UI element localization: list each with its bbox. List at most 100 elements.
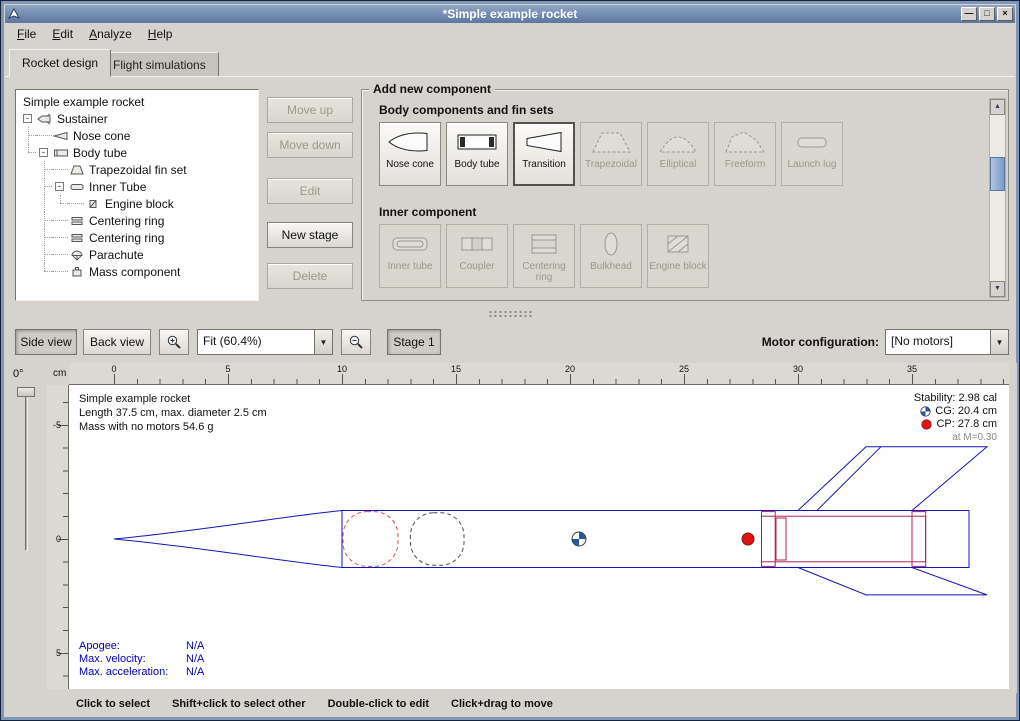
add-launch-lug-button[interactable]: Launch lug (781, 122, 843, 186)
stage-1-toggle[interactable]: Stage 1 (387, 329, 441, 355)
tree-item-sustainer[interactable]: - Sustainer (20, 110, 258, 127)
menu-edit[interactable]: Edit (44, 25, 81, 43)
centering-ring-outline (762, 512, 776, 567)
add-nose-cone-button[interactable]: Nose cone (379, 122, 441, 186)
vertical-ruler: -5 0 5 (47, 385, 69, 689)
add-component-title: Add new component (369, 82, 495, 96)
freeform-fin-icon (721, 127, 769, 157)
centering-ring-icon (68, 231, 86, 244)
scroll-up-icon[interactable]: ▲ (990, 99, 1005, 115)
nose-cone-icon (52, 129, 70, 142)
chevron-down-icon[interactable]: ▼ (991, 329, 1009, 355)
minimize-icon[interactable]: — (961, 7, 977, 21)
design-canvas[interactable]: Simple example rocket Length 37.5 cm, ma… (69, 385, 1009, 689)
engine-block-outline (776, 518, 786, 560)
tree-item-nose-cone[interactable]: Nose cone (20, 127, 258, 144)
nose-cone-icon (386, 127, 434, 157)
add-body-tube-button[interactable]: Body tube (446, 122, 508, 186)
tree-item-engine-block[interactable]: Engine block (20, 195, 258, 212)
new-stage-button[interactable]: New stage (267, 222, 353, 248)
launch-lug-icon (788, 127, 836, 157)
add-bulkhead-button[interactable]: Bulkhead (580, 224, 642, 288)
engine-block-icon (84, 197, 102, 210)
zoom-in-button[interactable] (159, 329, 189, 355)
add-centering-ring-button[interactable]: Centering ring (513, 224, 575, 288)
bulkhead-icon (587, 229, 635, 259)
tree-item-fin-set[interactable]: Trapezoidal fin set (20, 161, 258, 178)
body-component-buttons: Nose cone Body tube Transition Trapezoid… (379, 122, 843, 186)
title-bar[interactable]: *Simple example rocket — □ × (5, 5, 1015, 23)
tree-item-centering-ring[interactable]: Centering ring (20, 229, 258, 246)
menu-file[interactable]: File (9, 25, 44, 43)
scrollbar-thumb[interactable] (990, 157, 1005, 191)
app-window: *Simple example rocket — □ × File Edit A… (0, 0, 1020, 721)
component-scrollbar[interactable]: ▲ ▼ (989, 98, 1006, 298)
tab-divider (5, 76, 1015, 77)
lower-fin-outline (798, 568, 987, 595)
motor-configuration-label: Motor configuration: (753, 335, 879, 349)
body-tube-icon (453, 127, 501, 157)
maximize-icon[interactable]: □ (979, 7, 995, 21)
zoom-in-icon (166, 334, 182, 350)
zoom-out-icon (348, 334, 364, 350)
tab-rocket-design[interactable]: Rocket design (9, 49, 111, 77)
ruler-unit: cm (53, 368, 66, 379)
inner-tube-icon (68, 180, 86, 193)
cp-marker (742, 533, 754, 545)
tree-item-rocket[interactable]: Simple example rocket (20, 93, 258, 110)
fin-projection-line (817, 447, 881, 511)
tab-flight-simulations[interactable]: Flight simulations (100, 52, 219, 77)
rotation-slider[interactable] (25, 391, 28, 551)
add-coupler-button[interactable]: Coupler (446, 224, 508, 288)
horizontal-ruler: 0 5 10 15 20 25 30 35 (69, 363, 1009, 385)
cg-value: CG: 20.4 cm (935, 405, 997, 418)
rocket-diagram: 0° cm 0 5 10 15 20 25 30 35 -5 0 5 (5, 363, 1017, 693)
add-freeform-fin-button[interactable]: Freeform (714, 122, 776, 186)
rotation-slider-knob[interactable] (17, 387, 35, 397)
tree-item-body-tube[interactable]: - Body tube (20, 144, 258, 161)
move-up-button[interactable]: Move up (267, 97, 353, 123)
scroll-down-icon[interactable]: ▼ (990, 281, 1005, 297)
centering-ring-outline (912, 512, 926, 567)
add-elliptical-fin-button[interactable]: Elliptical (647, 122, 709, 186)
edit-button[interactable]: Edit (267, 178, 353, 204)
add-trapezoidal-fin-button[interactable]: Trapezoidal (580, 122, 642, 186)
tree-item-mass-component[interactable]: Mass component (20, 263, 258, 280)
centering-ring-icon (520, 229, 568, 259)
motor-configuration-select[interactable]: [No motors] ▼ (885, 329, 1009, 355)
add-inner-tube-button[interactable]: Inner tube (379, 224, 441, 288)
stage-icon (36, 112, 54, 125)
component-tree[interactable]: Simple example rocket - Sustainer Nose c… (15, 89, 259, 301)
menu-bar: File Edit Analyze Help (5, 23, 1015, 45)
status-bar: Click to select Shift+click to select ot… (1, 695, 1019, 719)
nose-cone-outline (114, 511, 342, 568)
tree-item-inner-tube[interactable]: - Inner Tube (20, 178, 258, 195)
zoom-out-button[interactable] (341, 329, 371, 355)
delete-button[interactable]: Delete (267, 263, 353, 289)
transition-icon (520, 127, 568, 157)
side-view-button[interactable]: Side view (15, 329, 77, 355)
close-icon[interactable]: × (997, 7, 1013, 21)
chevron-down-icon[interactable]: ▼ (315, 329, 333, 355)
coupler-icon (453, 229, 501, 259)
menu-help[interactable]: Help (140, 25, 181, 43)
cg-marker (572, 532, 586, 546)
add-transition-button[interactable]: Transition (513, 122, 575, 186)
app-icon (7, 7, 21, 21)
menu-analyze[interactable]: Analyze (81, 25, 140, 43)
collapse-handle-icon[interactable]: - (52, 178, 68, 195)
back-view-button[interactable]: Back view (83, 329, 151, 355)
collapse-handle-icon[interactable]: - (36, 144, 52, 161)
collapse-handle-icon[interactable]: - (20, 110, 36, 127)
panel-splitter[interactable] (1, 310, 1019, 320)
tree-item-centering-ring[interactable]: Centering ring (20, 212, 258, 229)
tree-item-parachute[interactable]: Parachute (20, 246, 258, 263)
zoom-select[interactable]: Fit (60.4%) ▼ (197, 329, 333, 355)
inner-component-buttons: Inner tube Coupler Centering ring Bulkhe… (379, 224, 709, 288)
splitter-grip-icon (488, 310, 532, 319)
cp-value: CP: 27.8 cm (936, 418, 997, 431)
move-down-button[interactable]: Move down (267, 132, 353, 158)
cg-icon (920, 406, 931, 417)
add-engine-block-button[interactable]: Engine block (647, 224, 709, 288)
inner-tube-icon (386, 229, 434, 259)
